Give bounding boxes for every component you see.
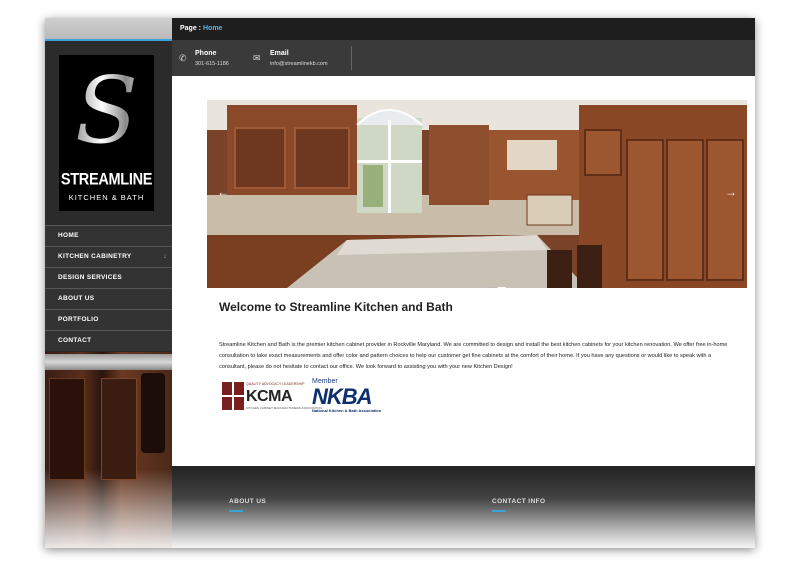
page-title: Welcome to Streamline Kitchen and Bath <box>219 300 453 314</box>
main-nav: HOME KITCHEN CABINETRY ↓ DESIGN SERVICES … <box>45 225 172 351</box>
browser-frame: S STREAMLINE KITCHEN & BATH HOME KITCHEN… <box>45 18 755 548</box>
breadcrumb-home-link[interactable]: Home <box>203 25 222 32</box>
footer-about-underline <box>229 510 243 512</box>
breadcrumb: Page : Home <box>172 18 755 40</box>
hero-kitchen-photo <box>207 100 747 288</box>
nav-item-about-us[interactable]: ABOUT US <box>45 288 172 309</box>
phone-number[interactable]: 301-615-1186 <box>195 61 229 67</box>
breadcrumb-label: Page : <box>180 25 202 32</box>
contact-bar: ✆ Phone 301-615-1186 ✉ Email info@stream… <box>172 40 755 76</box>
slider-prev-arrow[interactable]: ← <box>217 185 229 199</box>
email-label: Email <box>270 50 289 57</box>
main-content: Page : Home ✆ Phone 301-615-1186 ✉ Email… <box>172 18 755 548</box>
nav-item-label: HOME <box>58 232 79 239</box>
nav-item-design-services[interactable]: DESIGN SERVICES <box>45 267 172 288</box>
nav-item-home[interactable]: HOME <box>45 225 172 246</box>
logo-name: STREAMLINE <box>60 170 153 190</box>
phone-icon: ✆ <box>179 53 187 63</box>
footer: ABOUT US CONTACT INFO <box>172 466 755 548</box>
nkba-name: NKBA <box>312 384 373 409</box>
nav-item-label: DESIGN SERVICES <box>58 274 122 281</box>
hero-slider[interactable]: ← → <box>207 100 747 288</box>
logo-s-mark: S <box>59 61 154 161</box>
slider-dot-active[interactable] <box>498 287 506 288</box>
nkba-badge[interactable]: Member NKBA National Kitchen & Bath Asso… <box>312 378 394 414</box>
contact-divider <box>351 46 352 70</box>
nav-item-kitchen-cabinetry[interactable]: KITCHEN CABINETRY ↓ <box>45 246 172 267</box>
sidebar-photo-cabinet <box>49 378 85 480</box>
phone-label: Phone <box>195 50 217 57</box>
email-address[interactable]: info@streamlinekb.com <box>270 61 328 67</box>
footer-contact-underline <box>492 510 506 512</box>
nav-item-label: ABOUT US <box>58 295 95 302</box>
sidebar-accent-line <box>45 39 172 41</box>
slider-next-arrow[interactable]: → <box>725 185 737 199</box>
nav-item-label: PORTFOLIO <box>58 316 99 323</box>
kcma-logo-icon <box>222 382 244 410</box>
kcma-name: KCMA <box>246 388 293 405</box>
intro-paragraph: Streamline Kitchen and Bath is the premi… <box>219 342 728 370</box>
kcma-badge[interactable]: QUALITY ADVOCACY LEADERSHIP KCMA KITCHEN… <box>222 382 322 412</box>
site-logo[interactable]: S STREAMLINE KITCHEN & BATH <box>59 55 154 211</box>
chevron-down-icon: ↓ <box>163 253 167 260</box>
footer-about-heading: ABOUT US <box>229 498 267 505</box>
nav-item-portfolio[interactable]: PORTFOLIO <box>45 309 172 330</box>
nkba-subtitle: National Kitchen & Bath Association <box>312 408 382 413</box>
sidebar: S STREAMLINE KITCHEN & BATH HOME KITCHEN… <box>45 18 172 548</box>
slider-pagination <box>487 276 509 288</box>
kcma-subtitle: KITCHEN CABINET MANUFACTURERS ASSOCIATIO… <box>246 406 322 410</box>
footer-contact-heading: CONTACT INFO <box>492 498 546 505</box>
nav-item-contact[interactable]: CONTACT <box>45 330 172 351</box>
sidebar-photo-counter <box>45 354 172 370</box>
nav-item-label: CONTACT <box>58 337 92 344</box>
sidebar-top-strip <box>45 18 172 40</box>
kcma-tagline: QUALITY ADVOCACY LEADERSHIP <box>246 382 305 386</box>
email-icon: ✉ <box>253 53 261 63</box>
sidebar-photo-cabinet <box>101 378 137 480</box>
logo-tagline: KITCHEN & BATH <box>68 193 145 202</box>
sidebar-photo-stool <box>141 373 165 453</box>
slider-dot[interactable] <box>487 287 495 288</box>
nav-item-label: KITCHEN CABINETRY <box>58 253 132 260</box>
